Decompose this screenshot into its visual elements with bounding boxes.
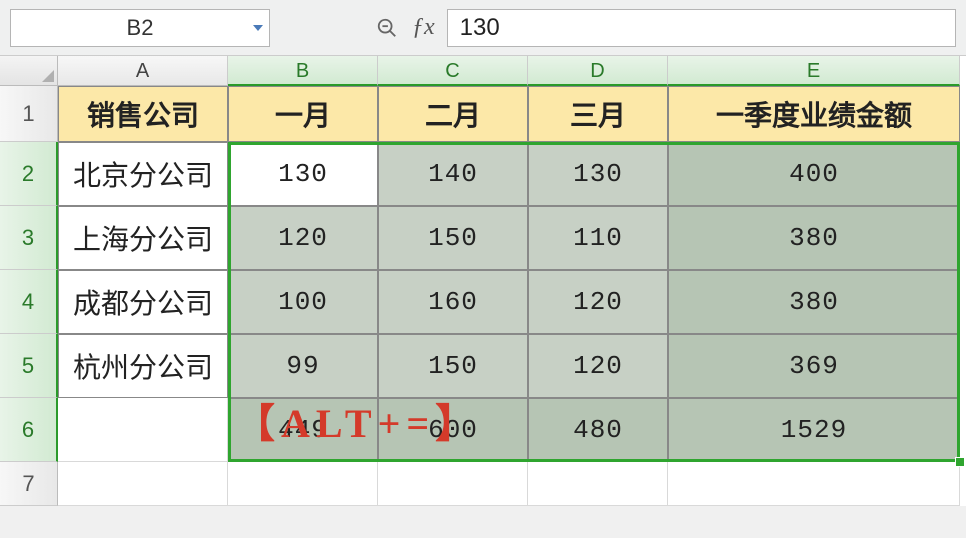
cell-A1[interactable]: 销售公司 <box>58 86 228 142</box>
cell-B5[interactable]: 99 <box>228 334 378 398</box>
cell-C6[interactable]: 600 <box>378 398 528 462</box>
row-header-4[interactable]: 4 <box>0 270 58 334</box>
row-header-5[interactable]: 5 <box>0 334 58 398</box>
cell-D3[interactable]: 110 <box>528 206 668 270</box>
cell-B1[interactable]: 一月 <box>228 86 378 142</box>
col-header-A[interactable]: A <box>58 56 228 86</box>
cell-D2[interactable]: 130 <box>528 142 668 206</box>
cell-E7[interactable] <box>668 462 960 506</box>
fx-icon[interactable]: ƒx <box>412 14 435 41</box>
cell-A6[interactable] <box>58 398 228 462</box>
cell-C5[interactable]: 150 <box>378 334 528 398</box>
row-header-2[interactable]: 2 <box>0 142 58 206</box>
cell-E3[interactable]: 380 <box>668 206 960 270</box>
cell-reference: B2 <box>127 15 154 41</box>
cell-A7[interactable] <box>58 462 228 506</box>
cell-B4[interactable]: 100 <box>228 270 378 334</box>
cell-C3[interactable]: 150 <box>378 206 528 270</box>
cell-B7[interactable] <box>228 462 378 506</box>
cell-B6[interactable]: 449 <box>228 398 378 462</box>
fill-handle[interactable] <box>955 457 965 467</box>
formula-value: 130 <box>460 14 500 42</box>
name-box[interactable]: B2 <box>10 9 270 47</box>
row-header-1[interactable]: 1 <box>0 86 58 142</box>
cell-D5[interactable]: 120 <box>528 334 668 398</box>
row-header-3[interactable]: 3 <box>0 206 58 270</box>
cell-E5[interactable]: 369 <box>668 334 960 398</box>
spreadsheet: A B C D E 1 销售公司 一月 二月 三月 一季度业绩金额 2 北京分公… <box>0 56 966 506</box>
cell-B2[interactable]: 130 <box>228 142 378 206</box>
cell-E6[interactable]: 1529 <box>668 398 960 462</box>
cell-E4[interactable]: 380 <box>668 270 960 334</box>
cell-C1[interactable]: 二月 <box>378 86 528 142</box>
cell-D6[interactable]: 480 <box>528 398 668 462</box>
col-header-B[interactable]: B <box>228 56 378 86</box>
col-header-D[interactable]: D <box>528 56 668 86</box>
cell-E1[interactable]: 一季度业绩金额 <box>668 86 960 142</box>
cell-D1[interactable]: 三月 <box>528 86 668 142</box>
cell-C2[interactable]: 140 <box>378 142 528 206</box>
col-header-E[interactable]: E <box>668 56 960 86</box>
formula-bar: B2 ƒx 130 <box>0 0 966 56</box>
cell-D4[interactable]: 120 <box>528 270 668 334</box>
zoom-icon[interactable] <box>372 13 402 43</box>
cell-A4[interactable]: 成都分公司 <box>58 270 228 334</box>
cell-A3[interactable]: 上海分公司 <box>58 206 228 270</box>
cell-B3[interactable]: 120 <box>228 206 378 270</box>
cell-C7[interactable] <box>378 462 528 506</box>
chevron-down-icon[interactable] <box>253 25 263 31</box>
select-all-corner[interactable] <box>0 56 58 86</box>
cell-C4[interactable]: 160 <box>378 270 528 334</box>
formula-input[interactable]: 130 <box>447 9 956 47</box>
col-header-C[interactable]: C <box>378 56 528 86</box>
cell-A2[interactable]: 北京分公司 <box>58 142 228 206</box>
row-header-6[interactable]: 6 <box>0 398 58 462</box>
cell-E2[interactable]: 400 <box>668 142 960 206</box>
cell-D7[interactable] <box>528 462 668 506</box>
row-header-7[interactable]: 7 <box>0 462 58 506</box>
cell-A5[interactable]: 杭州分公司 <box>58 334 228 398</box>
